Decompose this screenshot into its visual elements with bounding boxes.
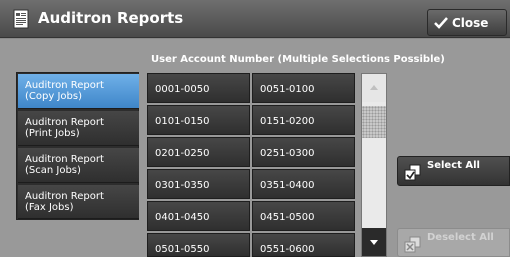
account-range-button[interactable]: 0351-0400 xyxy=(252,169,355,199)
deselect-all-button[interactable]: Deselect All xyxy=(397,228,510,257)
tab-fax-jobs[interactable]: Auditron Report (Fax Jobs) xyxy=(18,185,139,219)
tab-label: Auditron Report xyxy=(25,80,104,91)
account-range-button[interactable]: 0501-0550 xyxy=(147,233,250,257)
grid-scrollbar[interactable] xyxy=(361,73,387,257)
arrow-down-icon xyxy=(370,240,378,245)
account-range-button[interactable]: 0001-0050 xyxy=(147,73,250,103)
account-range-button[interactable]: 0101-0150 xyxy=(147,105,250,135)
scroll-up-button[interactable] xyxy=(362,74,386,102)
deselect-all-label: Deselect All xyxy=(427,232,494,243)
report-icon xyxy=(13,9,29,29)
select-all-label: Select All xyxy=(427,160,480,171)
account-range-grid: 0001-0050 0051-0100 0101-0150 0151-0200 … xyxy=(147,73,357,257)
account-range-button[interactable]: 0251-0300 xyxy=(252,137,355,167)
account-range-button[interactable]: 0051-0100 xyxy=(252,73,355,103)
scroll-thumb[interactable] xyxy=(362,106,386,138)
page-title: Auditron Reports xyxy=(38,9,184,27)
account-range-button[interactable]: 0551-0600 xyxy=(252,233,355,257)
tab-print-jobs[interactable]: Auditron Report (Print Jobs) xyxy=(18,111,139,146)
select-all-button[interactable]: Select All xyxy=(397,156,510,186)
account-grid-header: User Account Number (Multiple Selections… xyxy=(151,54,445,65)
account-range-button[interactable]: 0401-0450 xyxy=(147,201,250,231)
report-type-tabs: Auditron Report (Copy Jobs) Auditron Rep… xyxy=(16,72,139,220)
tab-sublabel: (Fax Jobs) xyxy=(25,202,74,213)
arrow-up-icon xyxy=(370,85,378,90)
tab-label: Auditron Report xyxy=(25,154,104,165)
tab-scan-jobs[interactable]: Auditron Report (Scan Jobs) xyxy=(18,148,139,183)
tab-sublabel: (Copy Jobs) xyxy=(25,91,82,102)
tab-copy-jobs[interactable]: Auditron Report (Copy Jobs) xyxy=(18,74,139,109)
tab-label: Auditron Report xyxy=(25,191,104,202)
scroll-down-button[interactable] xyxy=(362,228,386,256)
tab-label: Auditron Report xyxy=(25,117,104,128)
account-range-button[interactable]: 0151-0200 xyxy=(252,105,355,135)
deselect-all-icon xyxy=(404,236,421,253)
checkmark-icon xyxy=(434,16,448,29)
close-button[interactable]: Close xyxy=(427,9,507,36)
account-range-button[interactable]: 0301-0350 xyxy=(147,169,250,199)
title-bar: Auditron Reports Close xyxy=(0,0,510,38)
account-range-button[interactable]: 0201-0250 xyxy=(147,137,250,167)
account-range-button[interactable]: 0451-0500 xyxy=(252,201,355,231)
select-all-icon xyxy=(404,164,421,181)
tab-sublabel: (Scan Jobs) xyxy=(25,165,81,176)
tab-sublabel: (Print Jobs) xyxy=(25,128,80,139)
close-label: Close xyxy=(452,15,489,30)
